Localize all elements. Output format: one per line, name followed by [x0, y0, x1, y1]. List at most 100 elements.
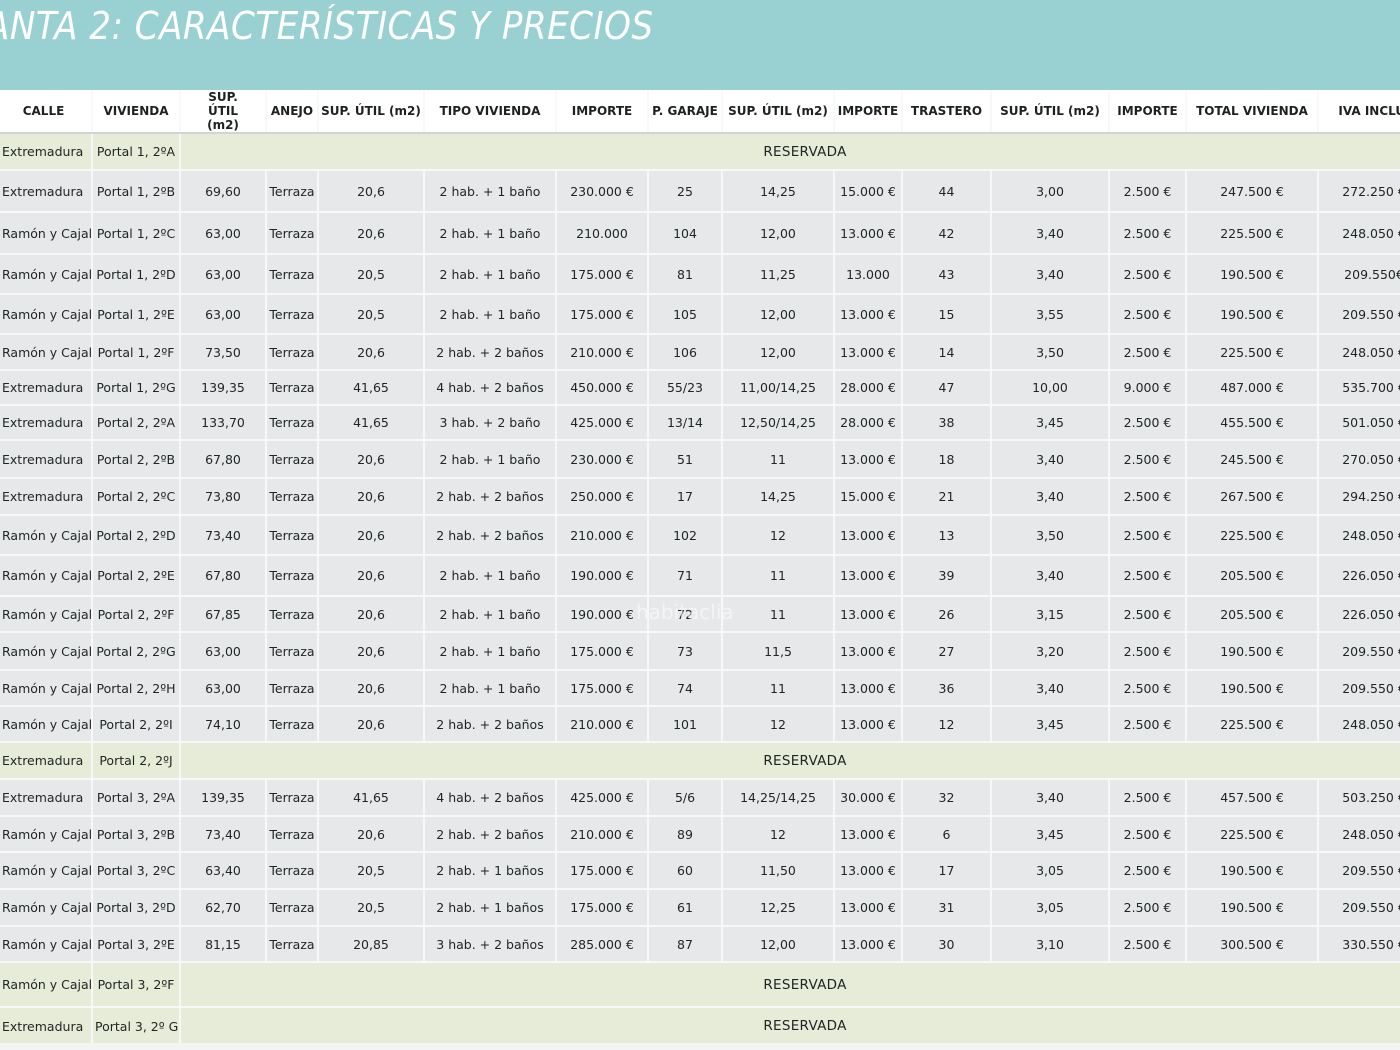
column-header: IVA INCLUI — [1318, 90, 1400, 134]
cell-garaje: 13/14 — [648, 405, 723, 441]
cell-iva: 272.250 € — [1318, 170, 1400, 213]
cell-anejo: Terraza — [266, 478, 319, 516]
cell-iva: 209.550€ — [1318, 254, 1400, 295]
cell-vivienda: Portal 2, 2ºJ — [92, 742, 181, 780]
cell-trastero-importe: 2.500 € — [1109, 706, 1187, 743]
cell-garaje-importe: 13.000 € — [834, 596, 903, 633]
cell-trastero: 27 — [902, 632, 992, 671]
bottom-bar — [0, 1043, 1400, 1050]
column-header: SUP. ÚTIL (m2) — [991, 90, 1110, 134]
column-header: IMPORTE — [834, 90, 903, 134]
table-row: Ramón y Cajal Portal 3, 2ºD 62,70 Terraza 20… — [0, 889, 1400, 927]
cell-iva: 503.250 € — [1318, 779, 1400, 817]
cell-anejo-sup: 41,65 — [318, 779, 425, 817]
cell-garaje-sup: 11 — [722, 555, 835, 597]
column-header: TIPO VIVIENDA — [424, 90, 557, 134]
cell-trastero: 12 — [902, 706, 992, 743]
cell-anejo: Terraza — [266, 816, 319, 853]
cell-garaje-sup: 11,25 — [722, 254, 835, 295]
cell-trastero: 42 — [902, 212, 992, 255]
cell-anejo: Terraza — [266, 440, 319, 479]
cell-trastero-importe: 2.500 € — [1109, 170, 1187, 213]
cell-garaje: 73 — [648, 632, 723, 671]
cell-trastero-importe: 2.500 € — [1109, 334, 1187, 371]
cell-importe: 175.000 € — [556, 632, 649, 671]
cell-garaje-sup: 11,50 — [722, 852, 835, 890]
cell-vivienda: Portal 2, 2ºH — [92, 670, 181, 707]
cell-total: 455.500 € — [1186, 405, 1319, 441]
cell-vivienda: Portal 1, 2ºB — [92, 170, 181, 213]
cell-garaje: 87 — [648, 926, 723, 963]
cell-iva: 209.550 € — [1318, 632, 1400, 671]
cell-calle: Ramón y Cajal — [0, 555, 93, 597]
column-header: SUP. ÚTIL (m2) — [318, 90, 425, 134]
cell-tipo: 2 hab. + 1 baño — [424, 254, 557, 295]
cell-trastero-importe: 2.500 € — [1109, 254, 1187, 295]
cell-tipo: 3 hab. + 2 baños — [424, 926, 557, 963]
cell-trastero-sup: 3,10 — [991, 926, 1110, 963]
cell-trastero: 43 — [902, 254, 992, 295]
cell-sup-util: 74,10 — [180, 706, 267, 743]
cell-vivienda: Portal 1, 2ºF — [92, 334, 181, 371]
table-row-reserved: Extremadura Portal 1, 2ºA RESERVADA — [0, 133, 1400, 171]
cell-trastero-sup: 3,45 — [991, 405, 1110, 441]
cell-iva: 330.550 € — [1318, 926, 1400, 963]
cell-anejo-sup: 20,6 — [318, 334, 425, 371]
cell-trastero-importe: 2.500 € — [1109, 596, 1187, 633]
cell-importe: 210.000 € — [556, 515, 649, 556]
price-table: CALLE VIVIENDA SUP. ÚTIL (m2) ANEJO SUP. ÚTI… — [0, 90, 1400, 1046]
cell-garaje-sup: 12,00 — [722, 926, 835, 963]
cell-vivienda: Portal 2, 2ºC — [92, 478, 181, 516]
cell-importe: 210.000 € — [556, 706, 649, 743]
cell-anejo: Terraza — [266, 779, 319, 817]
cell-trastero: 21 — [902, 478, 992, 516]
cell-trastero-sup: 3,40 — [991, 670, 1110, 707]
column-header: ANEJO — [266, 90, 319, 134]
cell-garaje: 106 — [648, 334, 723, 371]
cell-iva: 248.050 € — [1318, 816, 1400, 853]
cell-garaje: 72 — [648, 596, 723, 633]
header-row: CALLE VIVIENDA SUP. ÚTIL (m2) ANEJO SUP. ÚTI… — [0, 90, 1400, 134]
table-row-reserved: Ramón y Cajal Portal 3, 2ºF RESERVADA — [0, 962, 1400, 1008]
cell-trastero-sup: 3,50 — [991, 515, 1110, 556]
table-row: Ramón y Cajal Portal 2, 2ºH 63,00 Terraza 20… — [0, 670, 1400, 707]
reserved-status-label: RESERVADA — [180, 742, 1400, 780]
cell-trastero: 14 — [902, 334, 992, 371]
cell-garaje-importe: 13.000 € — [834, 632, 903, 671]
cell-garaje: 74 — [648, 670, 723, 707]
cell-calle: Extremadura — [0, 478, 93, 516]
cell-anejo: Terraza — [266, 555, 319, 597]
cell-anejo: Terraza — [266, 670, 319, 707]
cell-garaje-sup: 12 — [722, 816, 835, 853]
cell-trastero-importe: 2.500 € — [1109, 440, 1187, 479]
cell-sup-util: 63,00 — [180, 294, 267, 335]
cell-sup-util: 63,00 — [180, 254, 267, 295]
cell-tipo: 2 hab. + 1 baño — [424, 670, 557, 707]
cell-trastero: 6 — [902, 816, 992, 853]
cell-garaje-sup: 12,00 — [722, 212, 835, 255]
cell-anejo: Terraza — [266, 370, 319, 406]
cell-anejo: Terraza — [266, 405, 319, 441]
cell-tipo: 2 hab. + 1 baño — [424, 170, 557, 213]
cell-vivienda: Portal 2, 2ºI — [92, 706, 181, 743]
cell-trastero-sup: 3,40 — [991, 478, 1110, 516]
cell-garaje: 101 — [648, 706, 723, 743]
cell-total: 190.500 € — [1186, 254, 1319, 295]
cell-anejo: Terraza — [266, 334, 319, 371]
column-header: TOTAL VIVIENDA — [1186, 90, 1319, 134]
cell-calle: Ramón y Cajal — [0, 962, 93, 1008]
cell-sup-util: 63,00 — [180, 212, 267, 255]
cell-trastero-sup: 3,45 — [991, 816, 1110, 853]
cell-anejo-sup: 20,5 — [318, 294, 425, 335]
cell-anejo-sup: 20,6 — [318, 670, 425, 707]
cell-anejo: Terraza — [266, 632, 319, 671]
cell-trastero-sup: 10,00 — [991, 370, 1110, 406]
table-row: Extremadura Portal 1, 2ºB 69,60 Terraza 20,6… — [0, 170, 1400, 213]
cell-garaje-importe: 13.000 € — [834, 212, 903, 255]
cell-total: 225.500 € — [1186, 816, 1319, 853]
cell-calle: Extremadura — [0, 370, 93, 406]
column-header: VIVIENDA — [92, 90, 181, 134]
cell-iva: 535.700 € — [1318, 370, 1400, 406]
cell-garaje-importe: 13.000 € — [834, 852, 903, 890]
cell-garaje: 25 — [648, 170, 723, 213]
